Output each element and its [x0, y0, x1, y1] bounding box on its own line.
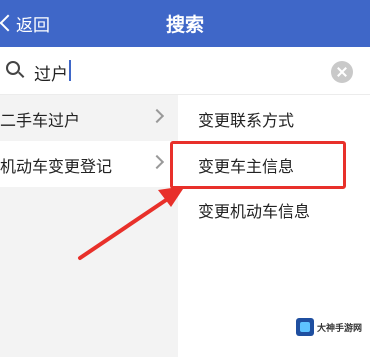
option-change-vehicle-info[interactable]: 变更机动车信息: [178, 186, 370, 232]
option-change-contact[interactable]: 变更联系方式: [178, 95, 370, 141]
clear-search-button[interactable]: [331, 61, 353, 83]
option-label: 变更机动车信息: [198, 202, 311, 221]
site-logo-icon: [296, 318, 314, 336]
search-bar[interactable]: 过户: [0, 47, 370, 95]
watermark: 大神手游网: [296, 318, 362, 336]
option-label: 变更联系方式: [198, 111, 295, 130]
category-list: 二手车过户 机动车变更登记: [0, 95, 178, 357]
text-cursor: [69, 60, 71, 81]
category-label: 机动车变更登记: [0, 157, 113, 176]
category-label: 二手车过户: [0, 111, 81, 130]
search-icon: [6, 61, 25, 81]
page-title: 搜索: [165, 14, 204, 36]
clear-icon: [331, 61, 353, 83]
chevron-right-icon: [149, 154, 165, 170]
category-item-vehicle-change-registration[interactable]: 机动车变更登记: [0, 141, 178, 187]
highlight-box: [170, 141, 346, 189]
watermark-text: 大神手游网: [317, 323, 363, 334]
chevron-right-icon: [149, 108, 165, 124]
top-nav-bar: 返回 搜索: [0, 0, 370, 47]
category-item-used-car-transfer[interactable]: 二手车过户: [0, 95, 178, 141]
search-input[interactable]: 过户: [34, 60, 68, 85]
